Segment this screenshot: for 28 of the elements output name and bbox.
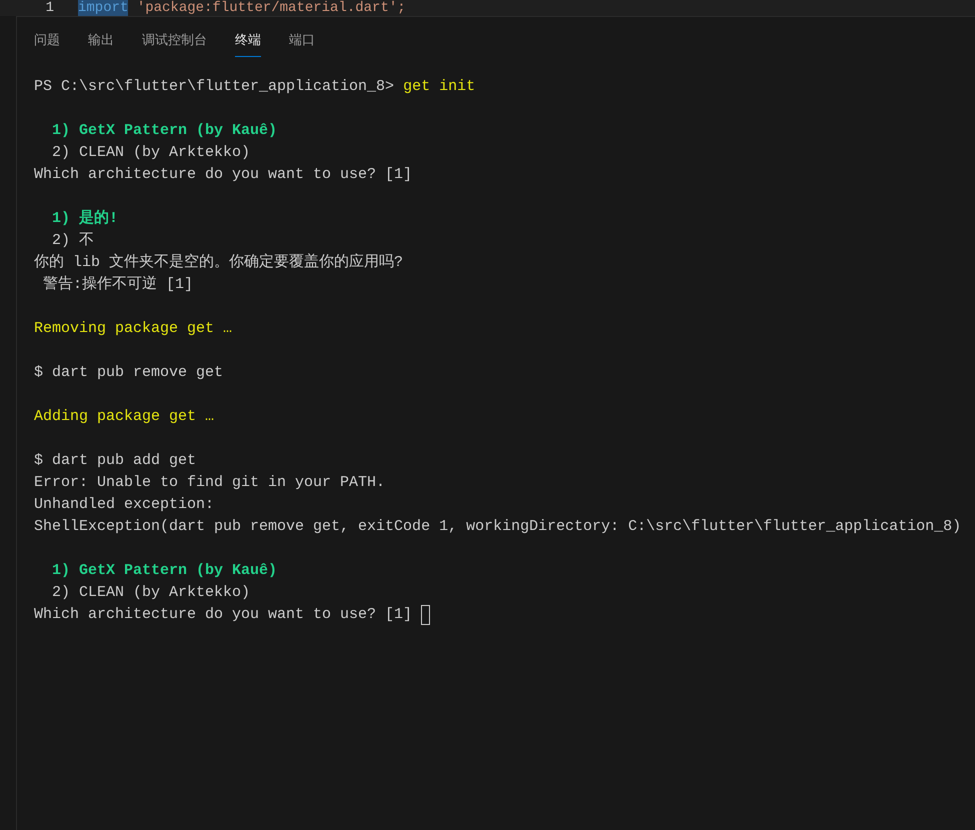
- output-line: Which architecture do you want to use? [1]: [34, 165, 412, 185]
- menu-option: 2) CLEAN (by Arktekko): [34, 582, 250, 604]
- prompt-question: Which architecture do you want to use? [1]: [34, 605, 414, 625]
- code-line: 'package:flutter/material.dart';: [136, 0, 406, 16]
- status-message: Removing package get …: [34, 319, 232, 339]
- output-line: Error: Unable to find git in your PATH.: [34, 473, 386, 493]
- selected-option: 1) 是的!: [34, 208, 118, 230]
- cursor-icon: [421, 605, 430, 625]
- menu-option: 2) CLEAN (by Arktekko): [34, 142, 250, 164]
- output-line: $ dart pub remove get: [34, 363, 224, 383]
- output-line: ShellException(dart pub remove get, exitCode 1, workingDirectory: C:\src\flutter\flutter_application_8): [34, 517, 962, 537]
- selected-option: 1) GetX Pattern (by Kauê): [34, 560, 278, 582]
- output-line: 警告:操作不可逆 [1]: [42, 274, 194, 295]
- output-line: $ dart pub add get: [34, 451, 196, 471]
- code-keyword: import: [78, 0, 128, 16]
- status-message: Adding package get …: [34, 407, 214, 427]
- panel-tab[interactable]: 输出: [88, 17, 114, 57]
- menu-option: 2) 不: [34, 230, 94, 252]
- panel-tab[interactable]: 问题: [34, 17, 60, 57]
- panel-tab[interactable]: 调试控制台: [142, 17, 207, 57]
- output-line: Unhandled exception:: [34, 495, 214, 515]
- selected-option: 1) GetX Pattern (by Kauê): [34, 120, 278, 142]
- panel-tab[interactable]: 终端: [235, 17, 261, 57]
- prompt-path: PS C:\src\flutter\flutter_application_8>: [34, 77, 396, 97]
- output-line: 你的 lib 文件夹不是空的。你确定要覆盖你的应用吗?: [34, 252, 404, 273]
- line-number: 1: [44, 0, 55, 16]
- panel-tab[interactable]: 端口: [289, 17, 315, 57]
- command-text: get init: [403, 77, 476, 97]
